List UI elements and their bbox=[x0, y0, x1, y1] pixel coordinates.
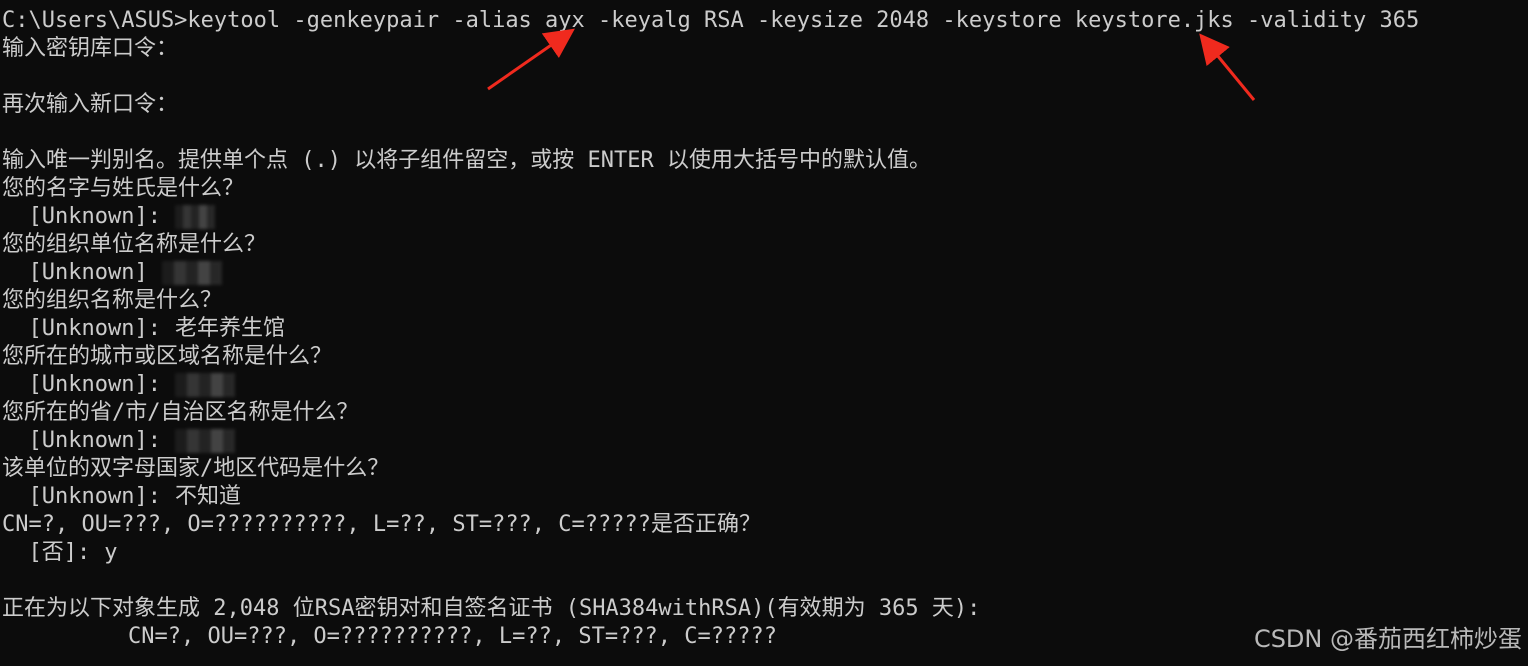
confirm-question: CN=?, OU=???, O=??????????, L=??, ST=???… bbox=[2, 512, 762, 537]
answer-prefix: [Unknown]: bbox=[2, 204, 161, 229]
confirm-value: y bbox=[104, 540, 118, 565]
question-org-unit: 您的组织单位名称是什么？ bbox=[2, 232, 267, 257]
answer-org-line: [Unknown]: 老年养生馆 bbox=[0, 315, 1528, 343]
question-city: 您所在的城市或区域名称是什么？ bbox=[2, 344, 333, 369]
generating-message: 正在为以下对象生成 2,048 位RSA密钥对和自签名证书 (SHA384wit… bbox=[2, 596, 981, 621]
command-line: C:\Users\ASUS>keytool -genkeypair -alias… bbox=[2, 8, 1420, 33]
redacted-value bbox=[174, 205, 215, 229]
answer-value: 不知道 bbox=[174, 484, 241, 509]
question-org: 您的组织名称是什么？ bbox=[2, 288, 223, 313]
question-name: 您的名字与姓氏是什么？ bbox=[2, 176, 245, 201]
answer-country-line: [Unknown]: 不知道 bbox=[0, 483, 1528, 511]
question-state: 您所在的省/市/自治区名称是什么？ bbox=[2, 400, 359, 425]
answer-city-line: [Unknown]: bbox=[0, 371, 1528, 399]
answer-prefix: [Unknown]: bbox=[2, 484, 161, 509]
answer-name-line: [Unknown]: bbox=[0, 203, 1528, 231]
answer-org-unit-line: [Unknown] bbox=[0, 259, 1528, 287]
dn-instructions: 输入唯一判别名。提供单个点 (.) 以将子组件留空，或按 ENTER 以使用大括… bbox=[2, 148, 931, 173]
confirm-answer-line: [否]: y bbox=[0, 539, 1528, 567]
redacted-value bbox=[174, 373, 235, 397]
terminal-window[interactable]: C:\Users\ASUS>keytool -genkeypair -alias… bbox=[0, 0, 1528, 666]
reenter-password-prompt: 再次输入新口令： bbox=[2, 92, 179, 117]
keystore-password-prompt: 输入密钥库口令： bbox=[2, 36, 179, 61]
answer-value: 老年养生馆 bbox=[174, 316, 285, 341]
redacted-value bbox=[174, 429, 235, 453]
confirm-prefix: [否]: bbox=[2, 540, 91, 565]
redacted-value bbox=[161, 261, 222, 285]
answer-prefix: [Unknown]: bbox=[2, 428, 161, 453]
question-country: 该单位的双字母国家/地区代码是什么？ bbox=[2, 456, 390, 481]
answer-state-line: [Unknown]: bbox=[0, 427, 1528, 455]
watermark: CSDN @番茄西红柿炒蛋 bbox=[1253, 625, 1522, 653]
answer-prefix: [Unknown]: bbox=[2, 316, 161, 341]
answer-prefix: [Unknown] bbox=[2, 260, 148, 285]
answer-prefix: [Unknown]: bbox=[2, 372, 161, 397]
